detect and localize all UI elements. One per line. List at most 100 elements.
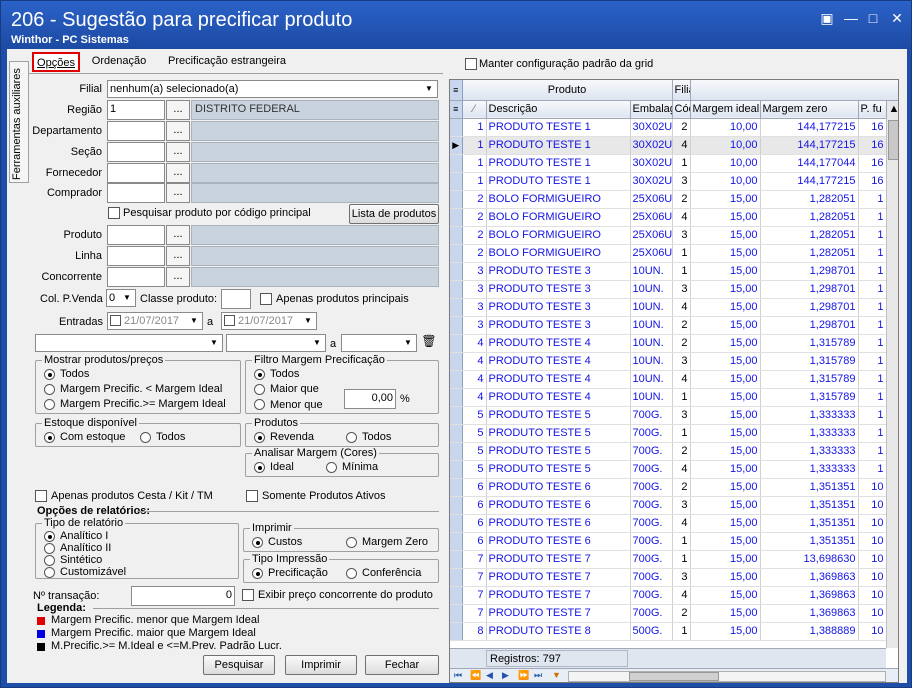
cell-filial[interactable]: 3 — [672, 496, 691, 515]
cell-embalagem[interactable]: 25X06U — [630, 208, 673, 227]
lista-produtos-button[interactable]: Lista de produtos — [349, 204, 439, 224]
row-indicator[interactable] — [450, 532, 463, 551]
cell-margem-ideal[interactable]: 15,00 — [690, 334, 761, 353]
cell-margem-zero[interactable]: 1,351351 — [760, 496, 859, 515]
cell-filial[interactable]: 4 — [672, 370, 691, 389]
cell-margem-ideal[interactable]: 10,00 — [690, 154, 761, 173]
cell-descricao[interactable]: PRODUTO TESTE 1 — [486, 154, 631, 173]
cell-margem-zero[interactable]: 1,298701 — [760, 262, 859, 281]
cell-descricao[interactable]: PRODUTO TESTE 1 — [486, 172, 631, 191]
cell-margem-zero[interactable]: 13,698630 — [760, 550, 859, 569]
cell-margem-ideal[interactable]: 15,00 — [690, 568, 761, 587]
cell-codigo[interactable]: 5 — [462, 424, 487, 443]
table-row[interactable]: 3 PRODUTO TESTE 3 10UN. 4 15,00 1,298701 1 — [450, 298, 898, 317]
vertical-scrollbar[interactable] — [886, 118, 898, 648]
classe-produto-input[interactable] — [221, 289, 251, 309]
maximize-button[interactable]: □ — [863, 9, 883, 27]
mostrar-menor-radio[interactable] — [44, 384, 55, 395]
cell-descricao[interactable]: PRODUTO TESTE 5 — [486, 406, 631, 425]
data-fim-checkbox[interactable] — [224, 315, 235, 326]
cell-embalagem[interactable]: 700G. — [630, 550, 673, 569]
table-row[interactable]: 4 PRODUTO TESTE 4 10UN. 3 15,00 1,315789 1 — [450, 352, 898, 371]
comprador-input[interactable] — [107, 183, 165, 203]
cell-codigo[interactable]: 6 — [462, 496, 487, 515]
cell-filial[interactable]: 1 — [672, 622, 691, 641]
range-to-select[interactable]: ▼ — [341, 334, 417, 352]
cell-margem-ideal[interactable]: 15,00 — [690, 190, 761, 209]
fechar-button[interactable]: Fechar — [365, 655, 439, 675]
cell-codigo[interactable]: 2 — [462, 190, 487, 209]
cell-embalagem[interactable]: 30X02U — [630, 154, 673, 173]
row-indicator[interactable] — [450, 172, 463, 191]
cell-p-fu[interactable]: 1 — [858, 406, 887, 425]
produto-lookup-button[interactable]: ... — [166, 225, 190, 245]
table-row[interactable]: 3 PRODUTO TESTE 3 10UN. 1 15,00 1,298701 1 — [450, 262, 898, 281]
table-row[interactable]: ▶ 1 PRODUTO TESTE 1 30X02U 4 10,00 144,177215 1… — [450, 136, 898, 155]
cell-filial[interactable]: 1 — [672, 154, 691, 173]
cell-codigo[interactable]: 5 — [462, 442, 487, 461]
scrollbar-top[interactable]: ▲ — [886, 100, 898, 119]
cell-p-fu[interactable]: 10 — [858, 586, 887, 605]
cell-embalagem[interactable]: 700G. — [630, 424, 673, 443]
cell-filial[interactable]: 1 — [672, 262, 691, 281]
table-row[interactable]: 7 PRODUTO TESTE 7 700G. 4 15,00 1,369863 10 — [450, 586, 898, 605]
cell-filial[interactable]: 1 — [672, 388, 691, 407]
cell-margem-ideal[interactable]: 15,00 — [690, 388, 761, 407]
cell-descricao[interactable]: PRODUTO TESTE 7 — [486, 568, 631, 587]
row-indicator[interactable] — [450, 622, 463, 641]
chevron-down-icon[interactable]: ▼ — [422, 82, 436, 96]
data-inicio-input[interactable]: 21/07/2017 ▼ — [107, 312, 203, 330]
cell-codigo[interactable]: 8 — [462, 622, 487, 641]
table-row[interactable]: 5 PRODUTO TESTE 5 700G. 4 15,00 1,333333 1 — [450, 460, 898, 479]
cell-margem-ideal[interactable]: 15,00 — [690, 406, 761, 425]
cell-embalagem[interactable]: 10UN. — [630, 388, 673, 407]
cell-p-fu[interactable]: 10 — [858, 514, 887, 533]
cell-codigo[interactable]: 2 — [462, 244, 487, 263]
cell-margem-zero[interactable]: 1,315789 — [760, 370, 859, 389]
cell-margem-ideal[interactable]: 10,00 — [690, 172, 761, 191]
cell-descricao[interactable]: PRODUTO TESTE 6 — [486, 532, 631, 551]
cell-descricao[interactable]: BOLO FORMIGUEIRO — [486, 208, 631, 227]
table-row[interactable]: 6 PRODUTO TESTE 6 700G. 3 15,00 1,351351 10 — [450, 496, 898, 515]
cell-margem-zero[interactable]: 1,298701 — [760, 298, 859, 317]
cell-margem-ideal[interactable]: 15,00 — [690, 460, 761, 479]
row-indicator[interactable] — [450, 550, 463, 569]
col-p-fu[interactable]: P. fu — [858, 100, 887, 119]
cell-p-fu[interactable]: 1 — [858, 424, 887, 443]
cell-descricao[interactable]: PRODUTO TESTE 1 — [486, 118, 631, 137]
table-row[interactable]: 4 PRODUTO TESTE 4 10UN. 4 15,00 1,315789 1 — [450, 370, 898, 389]
concorrente-input[interactable] — [107, 267, 165, 287]
cell-codigo[interactable]: 1 — [462, 172, 487, 191]
cell-descricao[interactable]: PRODUTO TESTE 7 — [486, 586, 631, 605]
row-indicator[interactable] — [450, 352, 463, 371]
cell-codigo[interactable]: 3 — [462, 316, 487, 335]
cell-filial[interactable]: 2 — [672, 316, 691, 335]
cell-descricao[interactable]: PRODUTO TESTE 6 — [486, 496, 631, 515]
cell-codigo[interactable]: 7 — [462, 568, 487, 587]
cell-embalagem[interactable]: 10UN. — [630, 334, 673, 353]
cell-filial[interactable]: 1 — [672, 424, 691, 443]
cell-filial[interactable]: 4 — [672, 514, 691, 533]
col-pvenda-select[interactable]: 0 ▼ — [106, 289, 136, 307]
table-row[interactable]: 6 PRODUTO TESTE 6 700G. 4 15,00 1,351351 10 — [450, 514, 898, 533]
cell-filial[interactable]: 3 — [672, 226, 691, 245]
cell-codigo[interactable]: 3 — [462, 262, 487, 281]
cell-codigo[interactable]: 2 — [462, 208, 487, 227]
cell-embalagem[interactable]: 700G. — [630, 442, 673, 461]
chevron-down-icon[interactable]: ▼ — [187, 314, 201, 328]
col-margem-zero[interactable]: Margem zero — [760, 100, 859, 119]
row-indicator[interactable] — [450, 154, 463, 173]
cell-margem-ideal[interactable]: 15,00 — [690, 316, 761, 335]
cell-embalagem[interactable]: 25X06U — [630, 190, 673, 209]
cell-embalagem[interactable]: 10UN. — [630, 370, 673, 389]
row-indicator[interactable] — [450, 478, 463, 497]
row-indicator[interactable] — [450, 334, 463, 353]
imprimir-button[interactable]: Imprimir — [285, 655, 357, 675]
cell-embalagem[interactable]: 500G. — [630, 622, 673, 641]
cell-margem-zero[interactable]: 1,282051 — [760, 208, 859, 227]
cell-filial[interactable]: 2 — [672, 190, 691, 209]
table-row[interactable]: 3 PRODUTO TESTE 3 10UN. 2 15,00 1,298701 1 — [450, 316, 898, 335]
cell-margem-ideal[interactable]: 15,00 — [690, 604, 761, 623]
table-row[interactable]: 5 PRODUTO TESTE 5 700G. 3 15,00 1,333333 1 — [450, 406, 898, 425]
col-cod-filial[interactable]: Cód — [672, 100, 691, 119]
